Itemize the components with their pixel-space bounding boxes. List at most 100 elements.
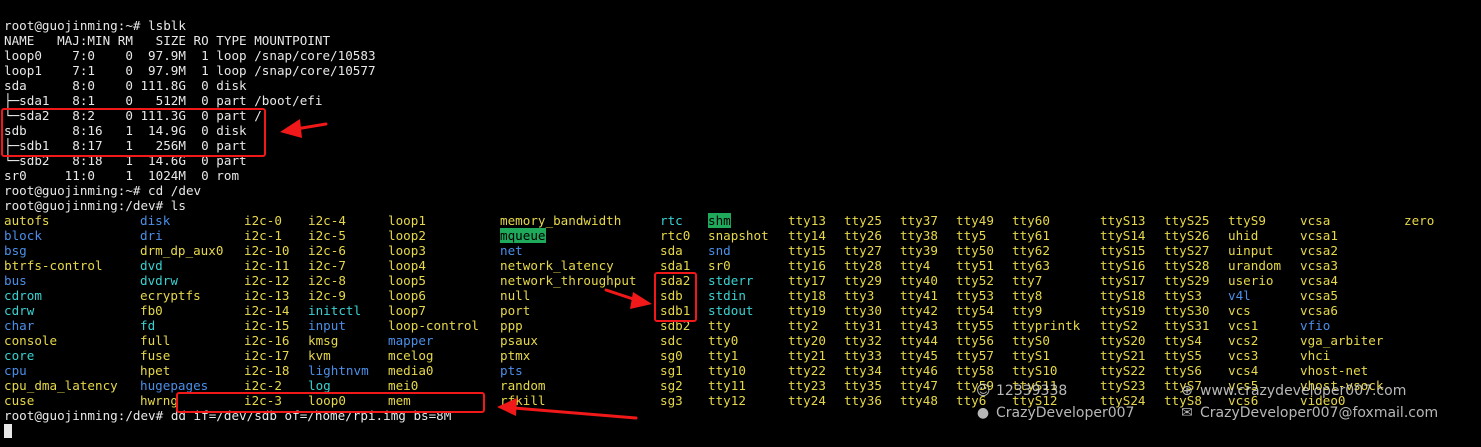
dev-entry: ttyS2 [1100, 318, 1138, 333]
dev-entry: tty26 [844, 228, 882, 243]
dev-entry: tty1 [708, 348, 739, 363]
dev-entry: vcs4 [1228, 363, 1259, 378]
dev-entry: disk [140, 213, 171, 228]
dev-entry: stdin [708, 288, 746, 303]
dev-entry: ttyprintk [1012, 318, 1081, 333]
dev-entry: ttyS30 [1164, 303, 1210, 318]
user-icon: ☺ [976, 383, 991, 399]
dev-entry: kmsg [308, 333, 339, 348]
dev-entry: btrfs-control [4, 258, 103, 273]
dev-entry: ttyS20 [1100, 333, 1146, 348]
dev-entry: kvm [308, 348, 331, 363]
dev-entry: tty29 [844, 273, 882, 288]
dev-entry: tty50 [956, 243, 994, 258]
dev-entry: ttyS26 [1164, 228, 1210, 243]
dev-entry: tty33 [844, 348, 882, 363]
dev-entry: ttyS28 [1164, 258, 1210, 273]
watermark-id: ☺ 12339338 [976, 383, 1067, 399]
dev-entry: tty23 [788, 378, 826, 393]
terminal-output-line: root@guojinming:~# lsblk [4, 18, 186, 33]
dev-entry: vhost-net [1300, 363, 1369, 378]
dev-entry: dri [140, 228, 163, 243]
dev-entry: tty44 [900, 333, 938, 348]
dev-entry: bsg [4, 243, 27, 258]
dev-entry: rtc [660, 213, 683, 228]
dev-entry: ttyS19 [1100, 303, 1146, 318]
dev-entry: core [4, 348, 35, 363]
dev-entry: ttyS16 [1100, 258, 1146, 273]
dev-entry: userio [1228, 273, 1274, 288]
dev-entry: log [308, 378, 331, 393]
dev-entry: tty14 [788, 228, 826, 243]
dev-entry: ttyS0 [1012, 333, 1050, 348]
dev-entry: tty20 [788, 333, 826, 348]
dev-entry: tty5 [956, 228, 987, 243]
dev-entry: i2c-1 [244, 228, 282, 243]
dev-entry: ttyS3 [1164, 288, 1202, 303]
dev-entry: vcsa1 [1300, 228, 1338, 243]
dev-entry: loop5 [388, 273, 426, 288]
dev-entry: tty60 [1012, 213, 1050, 228]
dev-entry: i2c-18 [244, 363, 290, 378]
dev-entry: rfkill [500, 393, 546, 408]
dev-entry: ttyS9 [1228, 213, 1266, 228]
dev-entry: tty3 [844, 288, 875, 303]
dev-entry: loop4 [388, 258, 426, 273]
dev-entry: i2c-12 [244, 273, 290, 288]
dev-entry: network_latency [500, 258, 614, 273]
dev-entry: i2c-8 [308, 273, 346, 288]
dev-entry: tty35 [844, 378, 882, 393]
dev-entry: i2c-6 [308, 243, 346, 258]
dev-entry: hugepages [140, 378, 209, 393]
dev-entry: vga_arbiter [1300, 333, 1384, 348]
dev-entry: ttyS31 [1164, 318, 1210, 333]
dev-entry: uinput [1228, 243, 1274, 258]
dev-entry: vcs1 [1228, 318, 1259, 333]
dev-entry: lightnvm [308, 363, 369, 378]
dev-entry: hpet [140, 363, 171, 378]
dev-entry: tty12 [708, 393, 746, 408]
dev-entry: tty8 [1012, 288, 1043, 303]
dev-entry: ptmx [500, 348, 531, 363]
watermark-email: ✉ CrazyDeveloper007@foxmail.com [1180, 405, 1438, 421]
dev-entry: console [4, 333, 58, 348]
dev-entry: tty34 [844, 363, 882, 378]
dev-entry: sdc [660, 333, 683, 348]
dev-entry: mapper [388, 333, 434, 348]
dev-entry: tty24 [788, 393, 826, 408]
dev-entry: vcs [1228, 303, 1251, 318]
dev-entry: ttyS23 [1100, 378, 1146, 393]
dev-entry: i2c-5 [308, 228, 346, 243]
dev-entry: vcsa3 [1300, 258, 1338, 273]
dev-entry: tty31 [844, 318, 882, 333]
dev-entry: ttyS18 [1100, 288, 1146, 303]
dev-entry: ttyS14 [1100, 228, 1146, 243]
dev-entry: tty9 [1012, 303, 1043, 318]
dev-entry: loop6 [388, 288, 426, 303]
dev-entry: tty37 [900, 213, 938, 228]
dev-entry: tty17 [788, 273, 826, 288]
dev-entry: sr0 [708, 258, 731, 273]
dev-entry: tty46 [900, 363, 938, 378]
dev-entry: tty48 [900, 393, 938, 408]
mail-icon: ✉ [1181, 405, 1193, 421]
dev-entry: ttyS25 [1164, 213, 1210, 228]
dev-entry: sg0 [660, 348, 683, 363]
dev-entry: null [500, 288, 531, 303]
terminal-output-line: root@guojinming:/dev# ls [4, 198, 186, 213]
dev-entry: uhid [1228, 228, 1259, 243]
globe-icon: ⊕ [1181, 383, 1193, 399]
dev-entry: vcs2 [1228, 333, 1259, 348]
wechat-icon: ● [976, 405, 990, 421]
dev-entry: tty [708, 318, 731, 333]
dev-entry: tty10 [708, 363, 746, 378]
terminal-output-line: sda 8:0 0 111.8G 0 disk [4, 78, 247, 93]
dev-entry: i2c-11 [244, 258, 290, 273]
dev-entry: i2c-9 [308, 288, 346, 303]
text-cursor [4, 424, 12, 438]
dev-entry: network_throughput [500, 273, 637, 288]
watermark-author: ● CrazyDeveloper007 [976, 405, 1135, 421]
dev-entry: autofs [4, 213, 50, 228]
dev-entry: tty36 [844, 393, 882, 408]
watermark-id-text: 12339338 [996, 383, 1068, 399]
